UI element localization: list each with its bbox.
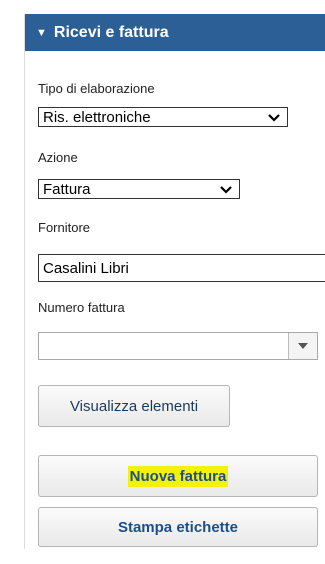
- new-invoice-button[interactable]: Nuova fattura: [38, 455, 318, 497]
- new-invoice-label: Nuova fattura: [127, 465, 229, 487]
- processing-type-value: Ris. elettroniche: [43, 108, 151, 126]
- chevron-down-icon: [220, 186, 232, 194]
- print-labels-button[interactable]: Stampa etichette: [38, 507, 318, 547]
- vendor-input[interactable]: Casalini Libri: [38, 254, 325, 282]
- action-select[interactable]: Fattura: [38, 179, 240, 199]
- vendor-label: Fornitore: [38, 220, 91, 235]
- invoice-number-combobox[interactable]: [38, 332, 318, 360]
- vendor-value: Casalini Libri: [43, 259, 129, 277]
- action-label: Azione: [38, 150, 78, 165]
- panel-title: Ricevi e fattura: [53, 23, 169, 41]
- caret-down-icon: [298, 343, 308, 349]
- combo-dropdown-button[interactable]: [288, 333, 317, 359]
- panel-header[interactable]: ▼ Ricevi e fattura: [25, 14, 325, 51]
- chevron-down-icon: [268, 114, 280, 122]
- view-items-label: Visualizza elementi: [69, 397, 199, 415]
- invoice-number-label: Numero fattura: [38, 300, 125, 315]
- processing-type-label: Tipo di elaborazione: [38, 81, 155, 96]
- view-items-button[interactable]: Visualizza elementi: [38, 385, 230, 427]
- action-value: Fattura: [43, 180, 91, 198]
- triangle-down-icon: ▼: [36, 26, 47, 39]
- receive-invoice-panel: ▼ Ricevi e fattura Tipo di elaborazione …: [24, 14, 325, 549]
- processing-type-select[interactable]: Ris. elettroniche: [38, 107, 288, 127]
- print-labels-label: Stampa etichette: [117, 518, 239, 536]
